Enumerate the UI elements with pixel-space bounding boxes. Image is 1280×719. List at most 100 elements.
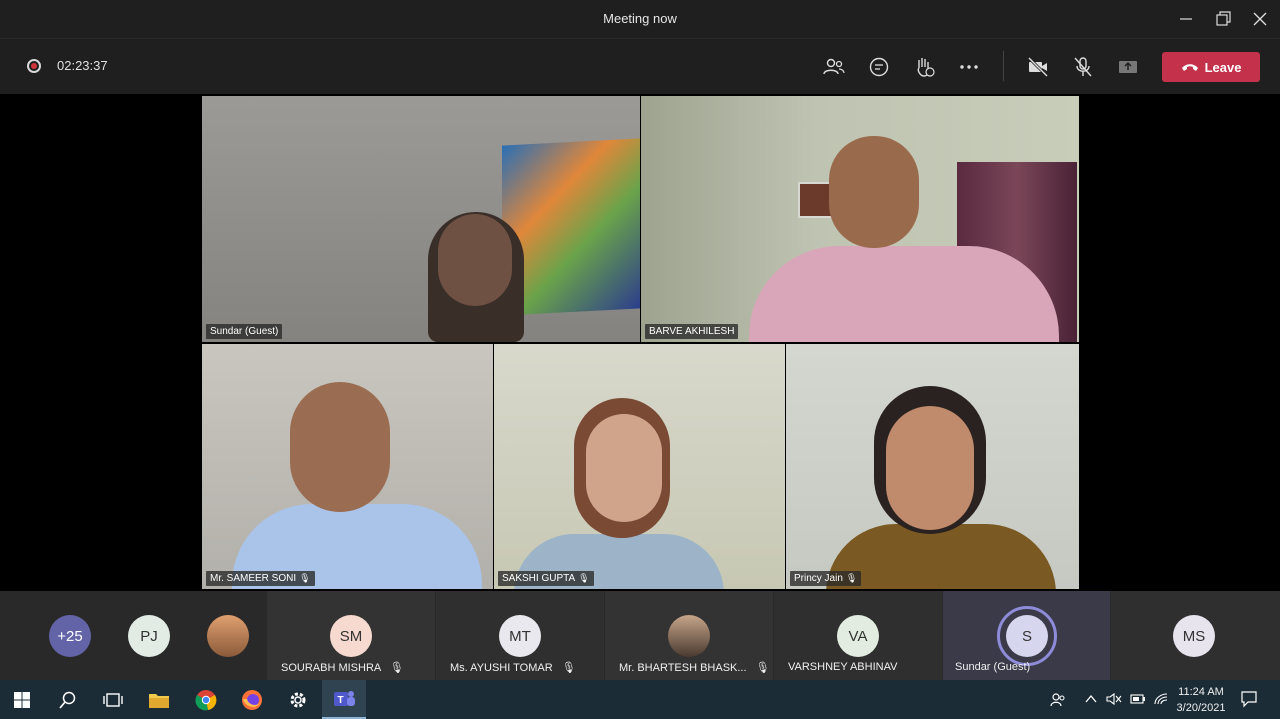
chrome-button[interactable] (193, 687, 219, 713)
raise-hand-icon (917, 58, 935, 77)
clock-time: 11:24 AM (1178, 686, 1224, 698)
participant-face (290, 382, 390, 512)
restore-button[interactable] (1213, 9, 1233, 29)
search-icon (59, 691, 76, 709)
clock-date: 3/20/2021 (1176, 702, 1226, 714)
windows-icon (14, 692, 30, 708)
avatar-initials: MS (1182, 627, 1206, 645)
task-view-icon (103, 693, 123, 707)
avatar: S (1006, 615, 1048, 657)
more-options-button[interactable] (957, 55, 981, 79)
hang-up-icon (1181, 64, 1198, 71)
mic-muted-icon: 🎙 (845, 573, 858, 583)
avatar-initials: SM (339, 627, 363, 645)
tile-name-label: Sundar (Guest) (206, 324, 283, 339)
file-explorer-button[interactable] (146, 687, 172, 713)
participant-figure (749, 246, 1059, 342)
wifi-icon[interactable] (1153, 692, 1169, 709)
tile-name-label: BARVE AKHILESH (645, 324, 739, 339)
chat-icon (869, 57, 889, 77)
firefox-icon (242, 690, 262, 710)
folder-icon (149, 694, 169, 708)
toolbar-divider (1003, 51, 1004, 81)
video-tile[interactable]: SAKSHI GUPTA 🎙 (494, 344, 785, 589)
tile-name-label: Mr. SAMEER SONI 🎙 (206, 571, 315, 586)
avatar: MS (1173, 615, 1215, 657)
notifications-icon[interactable] (1240, 690, 1258, 711)
svg-text:T: T (338, 695, 344, 706)
meeting-timer: 02:23:37 (57, 58, 108, 73)
mic-muted-icon: 🎙 (578, 573, 590, 583)
tile-name-label: SAKSHI GUPTA 🎙 (498, 571, 594, 586)
share-screen-button[interactable] (1116, 55, 1140, 79)
people-tray-icon[interactable] (1050, 692, 1066, 711)
task-view-button[interactable] (100, 687, 126, 713)
title-bar: Meeting now (0, 0, 1280, 38)
participants-button[interactable] (822, 55, 846, 79)
participant-chip[interactable]: VA VARSHNEY ABHINAV (774, 591, 942, 680)
overflow-participants-button[interactable]: +25 (49, 615, 91, 657)
start-button[interactable] (9, 687, 35, 713)
participant-chip[interactable]: MT Ms. AYUSHI TOMAR 🎙 (436, 591, 604, 680)
volume-muted-icon[interactable] (1106, 692, 1122, 709)
mic-muted-icon: 🎙 (389, 662, 404, 674)
avatar-initials: VA (848, 627, 868, 645)
avatar-initials: PJ (140, 627, 158, 645)
camera-off-icon (1027, 56, 1049, 78)
minimize-button[interactable] (1176, 9, 1196, 29)
participant-name: Mr. BHARTESH BHASK... 🎙 (619, 662, 770, 674)
chrome-icon (195, 690, 217, 711)
avatar-initials: S (1021, 627, 1032, 645)
mic-muted-icon: 🎙 (299, 573, 311, 583)
teams-taskbar-button[interactable]: T (322, 680, 366, 719)
close-button[interactable] (1250, 9, 1270, 29)
firefox-button[interactable] (239, 687, 265, 713)
avatar: MT (499, 615, 541, 657)
recording-icon (27, 59, 41, 73)
video-tile[interactable]: Sundar (Guest) (202, 96, 640, 342)
participant-face (886, 406, 974, 530)
leave-label: Leave (1204, 59, 1242, 75)
video-tile[interactable]: Mr. SAMEER SONI 🎙 (202, 344, 493, 589)
avatar: SM (330, 615, 372, 657)
participant-chip[interactable]: MS (1111, 591, 1280, 680)
overflow-count: +25 (57, 627, 83, 645)
participant-name: VARSHNEY ABHINAV (788, 661, 898, 673)
tile-name-label: Princy Jain 🎙 (790, 571, 862, 586)
system-clock[interactable]: 11:24 AM 3/20/2021 (1170, 684, 1232, 716)
leave-button[interactable]: Leave (1162, 52, 1260, 82)
participant-chip-speaking[interactable]: S Sundar (Guest) (943, 591, 1110, 680)
participant-face (586, 414, 662, 522)
camera-toggle-button[interactable] (1026, 55, 1050, 79)
avatar-initials: MT (509, 627, 531, 645)
mic-muted-icon: 🎙 (755, 662, 770, 674)
people-icon (823, 58, 845, 75)
more-icon (960, 65, 978, 69)
avatar: VA (837, 615, 879, 657)
avatar[interactable]: PJ (128, 615, 170, 657)
avatar-photo (668, 615, 710, 657)
participant-name: Sundar (Guest) (955, 661, 1031, 673)
participant-chip[interactable]: Mr. BHARTESH BHASK... 🎙 (605, 591, 773, 680)
mic-off-icon (1074, 57, 1092, 77)
avatar-photo[interactable] (207, 615, 249, 657)
battery-icon[interactable] (1130, 692, 1146, 709)
search-button[interactable] (55, 687, 81, 713)
participant-face (829, 136, 919, 248)
mic-toggle-button[interactable] (1071, 55, 1095, 79)
gear-icon (290, 692, 306, 708)
mic-muted-icon: 🎙 (561, 662, 576, 674)
participant-chip[interactable]: SM SOURABH MISHRA 🎙 (267, 591, 435, 680)
share-icon (1119, 61, 1137, 73)
video-stage: Sundar (Guest) BARVE AKHILESH Mr. SAMEER… (0, 94, 1280, 591)
taskbar: T 11:24 AM 3/20/2021 (0, 680, 1280, 719)
teams-icon: T (334, 691, 355, 706)
settings-button[interactable] (285, 687, 311, 713)
video-tile[interactable]: BARVE AKHILESH (641, 96, 1079, 342)
participant-name: SOURABH MISHRA 🎙 (281, 662, 404, 674)
video-tile[interactable]: Princy Jain 🎙 (786, 344, 1079, 589)
chat-button[interactable] (867, 55, 891, 79)
participant-name: Ms. AYUSHI TOMAR 🎙 (450, 662, 576, 674)
reactions-button[interactable] (912, 55, 936, 79)
chevron-up-icon[interactable] (1084, 692, 1098, 709)
